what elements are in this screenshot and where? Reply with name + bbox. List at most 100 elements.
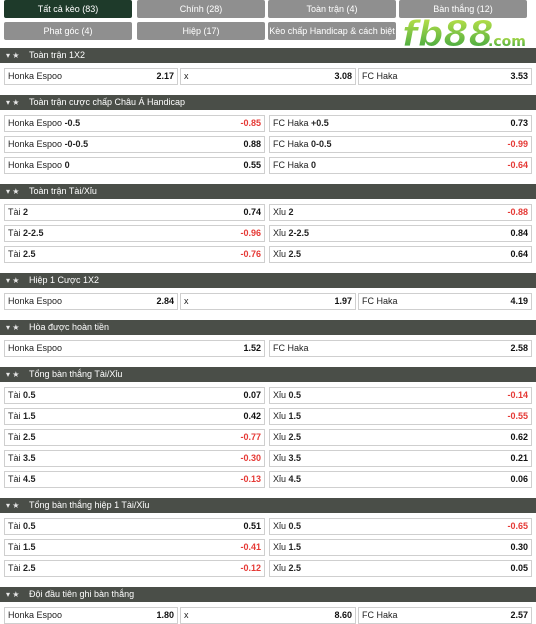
selection-line: 0 — [64, 160, 70, 170]
odds-button[interactable]: Xỉu 4.5 0.06 — [269, 471, 532, 488]
odds-button[interactable]: Tài 2 0.74 — [4, 204, 265, 221]
odds-button[interactable]: FC Haka 4.19 — [358, 293, 532, 310]
selection-line: 2.5 — [23, 563, 36, 573]
odds-button[interactable]: Tài 2.5 -0.76 — [4, 246, 265, 263]
odds-button[interactable]: Honka Espoo -0.5 -0.85 — [4, 115, 265, 132]
odds-value: 4.19 — [510, 296, 528, 306]
selection-line: 0.5 — [288, 521, 302, 531]
selection-line: 2.5 — [23, 249, 36, 259]
odds-button[interactable]: Honka Espoo 1.80 — [4, 607, 178, 624]
odds-value: -0.14 — [507, 390, 528, 400]
odds-button[interactable]: Tài 0.5 0.07 — [4, 387, 265, 404]
market-header[interactable]: ▾ ★ Hiệp 1 Cược 1X2 — [0, 273, 536, 288]
odds-button[interactable]: Tài 2.5 -0.12 — [4, 560, 265, 577]
odds-button[interactable]: Xỉu 0.5 -0.14 — [269, 387, 532, 404]
odds-row: Tài 2-2.5 -0.96 Xỉu 2-2.5 0.84 — [4, 225, 532, 242]
selection-name: Tài — [8, 432, 21, 442]
odds-button[interactable]: FC Haka 0 -0.64 — [269, 157, 532, 174]
tab-corners[interactable]: Phạt góc (4) — [4, 22, 132, 40]
odds-button[interactable]: Xỉu 2-2.5 0.84 — [269, 225, 532, 242]
market-title: Toàn trận cược chấp Châu Á Handicap — [29, 97, 186, 107]
selection-line: 0.5 — [288, 390, 302, 400]
odds-button[interactable]: FC Haka 0-0.5 -0.99 — [269, 136, 532, 153]
selection-label: FC Haka 0-0.5 — [273, 137, 332, 152]
odds-button[interactable]: FC Haka 2.57 — [358, 607, 532, 624]
collapse-star-icon[interactable]: ▾ ★ — [6, 498, 19, 513]
selection-line: +0.5 — [311, 118, 329, 128]
odds-button[interactable]: FC Haka 2.58 — [269, 340, 532, 357]
odds-button[interactable]: Tài 2-2.5 -0.96 — [4, 225, 265, 242]
market-header[interactable]: ▾ ★ Toàn trận 1X2 — [0, 48, 536, 63]
odds-row: Honka Espoo 1.52 FC Haka 2.58 — [4, 340, 532, 357]
collapse-star-icon[interactable]: ▾ ★ — [6, 587, 19, 602]
collapse-star-icon[interactable]: ▾ ★ — [6, 320, 19, 335]
selection-label: FC Haka — [362, 608, 398, 623]
tab-full-time[interactable]: Toàn trận (4) — [268, 0, 396, 18]
odds-button[interactable]: Honka Espoo 2.17 — [4, 68, 178, 85]
collapse-star-icon[interactable]: ▾ ★ — [6, 273, 19, 288]
selection-label: Honka Espoo — [8, 608, 62, 623]
selection-line: 1.5 — [23, 542, 36, 552]
selection-label: Xỉu 2.5 — [273, 247, 301, 262]
selection-name: Tài — [8, 228, 21, 238]
odds-value: 1.97 — [334, 296, 352, 306]
selection-name: Honka Espoo — [8, 296, 63, 306]
selection-name: Xỉu — [273, 542, 287, 552]
odds-button[interactable]: Honka Espoo 0 0.55 — [4, 157, 265, 174]
tab-halves[interactable]: Hiệp (17) — [137, 22, 265, 40]
odds-button[interactable]: Xỉu 1.5 0.30 — [269, 539, 532, 556]
market-header[interactable]: ▾ ★ Tổng bàn thắng hiệp 1 Tài/Xỉu — [0, 498, 536, 513]
tab-handicap-margin[interactable]: Kèo chấp Handicap & cách biệt (3) — [268, 22, 396, 54]
odds-button[interactable]: Tài 0.5 0.51 — [4, 518, 265, 535]
selection-label: Xỉu 3.5 — [273, 451, 301, 466]
selection-label: x — [184, 608, 189, 623]
market-header[interactable]: ▾ ★ Toàn trận cược chấp Châu Á Handicap — [0, 95, 536, 110]
odds-button[interactable]: Tài 3.5 -0.30 — [4, 450, 265, 467]
market-header[interactable]: ▾ ★ Tổng bàn thắng Tài/Xỉu — [0, 367, 536, 382]
odds-value: -0.85 — [240, 118, 261, 128]
odds-button[interactable]: Tài 1.5 -0.41 — [4, 539, 265, 556]
odds-button[interactable]: Honka Espoo -0-0.5 0.88 — [4, 136, 265, 153]
odds-value: -0.76 — [240, 249, 261, 259]
odds-button[interactable]: Xỉu 2.5 0.62 — [269, 429, 532, 446]
selection-label: Xỉu 0.5 — [273, 519, 301, 534]
market-header[interactable]: ▾ ★ Hòa được hoàn tiền — [0, 320, 536, 335]
odds-value: 3.53 — [510, 71, 528, 81]
odds-button[interactable]: Honka Espoo 2.84 — [4, 293, 178, 310]
odds-value: -0.30 — [240, 453, 261, 463]
selection-label: FC Haka 0 — [273, 158, 316, 173]
odds-value: -0.13 — [240, 474, 261, 484]
odds-button[interactable]: Xỉu 0.5 -0.65 — [269, 518, 532, 535]
selection-name: x — [184, 71, 189, 81]
odds-button[interactable]: x 8.60 — [180, 607, 356, 624]
odds-button[interactable]: x 1.97 — [180, 293, 356, 310]
collapse-star-icon[interactable]: ▾ ★ — [6, 367, 19, 382]
odds-button[interactable]: Tài 2.5 -0.77 — [4, 429, 265, 446]
odds-button[interactable]: Xỉu 1.5 -0.55 — [269, 408, 532, 425]
selection-name: x — [184, 610, 189, 620]
odds-button[interactable]: Tài 1.5 0.42 — [4, 408, 265, 425]
collapse-star-icon[interactable]: ▾ ★ — [6, 184, 19, 199]
odds-button[interactable]: Honka Espoo 1.52 — [4, 340, 265, 357]
selection-label: Xỉu 2.5 — [273, 430, 301, 445]
odds-button[interactable]: Xỉu 3.5 0.21 — [269, 450, 532, 467]
collapse-star-icon[interactable]: ▾ ★ — [6, 95, 19, 110]
market-header[interactable]: ▾ ★ Toàn trận Tài/Xỉu — [0, 184, 536, 199]
odds-value: -0.41 — [240, 542, 261, 552]
odds-button[interactable]: FC Haka 3.53 — [358, 68, 532, 85]
market-title: Tổng bàn thắng Tài/Xỉu — [29, 369, 123, 379]
market-header[interactable]: ▾ ★ Đội đầu tiên ghi bàn thắng — [0, 587, 536, 602]
selection-name: Tài — [8, 453, 21, 463]
tab-all-markets[interactable]: Tất cả kèo (83) — [4, 0, 132, 18]
collapse-star-icon[interactable]: ▾ ★ — [6, 48, 19, 63]
odds-button[interactable]: Tài 4.5 -0.13 — [4, 471, 265, 488]
selection-line: 2 — [23, 207, 29, 217]
odds-button[interactable]: Xỉu 2 -0.88 — [269, 204, 532, 221]
odds-row: Tài 2.5 -0.76 Xỉu 2.5 0.64 — [4, 246, 532, 263]
odds-button[interactable]: Xỉu 2.5 0.05 — [269, 560, 532, 577]
odds-button[interactable]: x 3.08 — [180, 68, 356, 85]
odds-button[interactable]: Xỉu 2.5 0.64 — [269, 246, 532, 263]
odds-button[interactable]: FC Haka +0.5 0.73 — [269, 115, 532, 132]
selection-name: Tài — [8, 542, 21, 552]
tab-main[interactable]: Chính (28) — [137, 0, 265, 18]
